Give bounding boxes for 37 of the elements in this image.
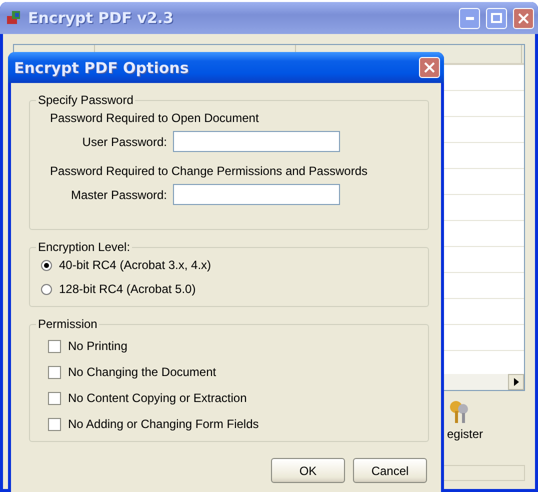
ok-button[interactable]: OK [271,458,345,483]
close-button[interactable] [513,8,534,28]
checkbox-option[interactable]: No Changing the Document [48,365,418,379]
close-icon [518,12,529,24]
checkbox[interactable] [48,366,61,378]
radio-option[interactable]: 40-bit RC4 (Acrobat 3.x, 4.x) [41,258,418,272]
checkbox[interactable] [48,418,61,430]
master-password-field[interactable] [173,184,340,205]
field-label: User Password: [81,134,167,148]
register-label: egister [447,427,484,441]
checkbox-option[interactable]: No Content Copying or Extraction [48,391,418,405]
checkbox[interactable] [48,340,61,352]
group-title: Encryption Level: [37,240,132,254]
minimize-button[interactable] [459,8,480,28]
group-title: Specify Password [37,93,134,107]
field-label: Master Password: [70,188,167,202]
close-icon [424,62,435,73]
right-arrow-icon [514,378,518,386]
checkbox[interactable] [48,392,61,404]
radio-option[interactable]: 128-bit RC4 (Acrobat 5.0) [41,282,418,296]
maximize-icon [491,13,502,23]
cancel-button[interactable]: Cancel [353,458,427,483]
dialog-title: Encrypt PDF Options [14,58,190,76]
radio-button[interactable] [41,260,52,270]
user-password-field[interactable] [173,131,340,152]
minimize-icon [466,16,474,20]
radio-button[interactable] [41,284,52,294]
close-button[interactable] [419,57,440,78]
window-title: Encrypt PDF v2.3 [28,9,174,27]
section-heading: Password Required to Open Document [50,111,260,125]
checkbox-option[interactable]: No Adding or Changing Form Fields [48,417,418,431]
app-icon [6,10,22,26]
checkbox-option[interactable]: No Printing [48,339,418,353]
group-title: Permission [37,317,98,331]
maximize-button[interactable] [486,8,507,28]
scroll-right-button[interactable] [508,374,524,390]
section-heading: Password Required to Change Permissions and Passwords [50,164,368,178]
